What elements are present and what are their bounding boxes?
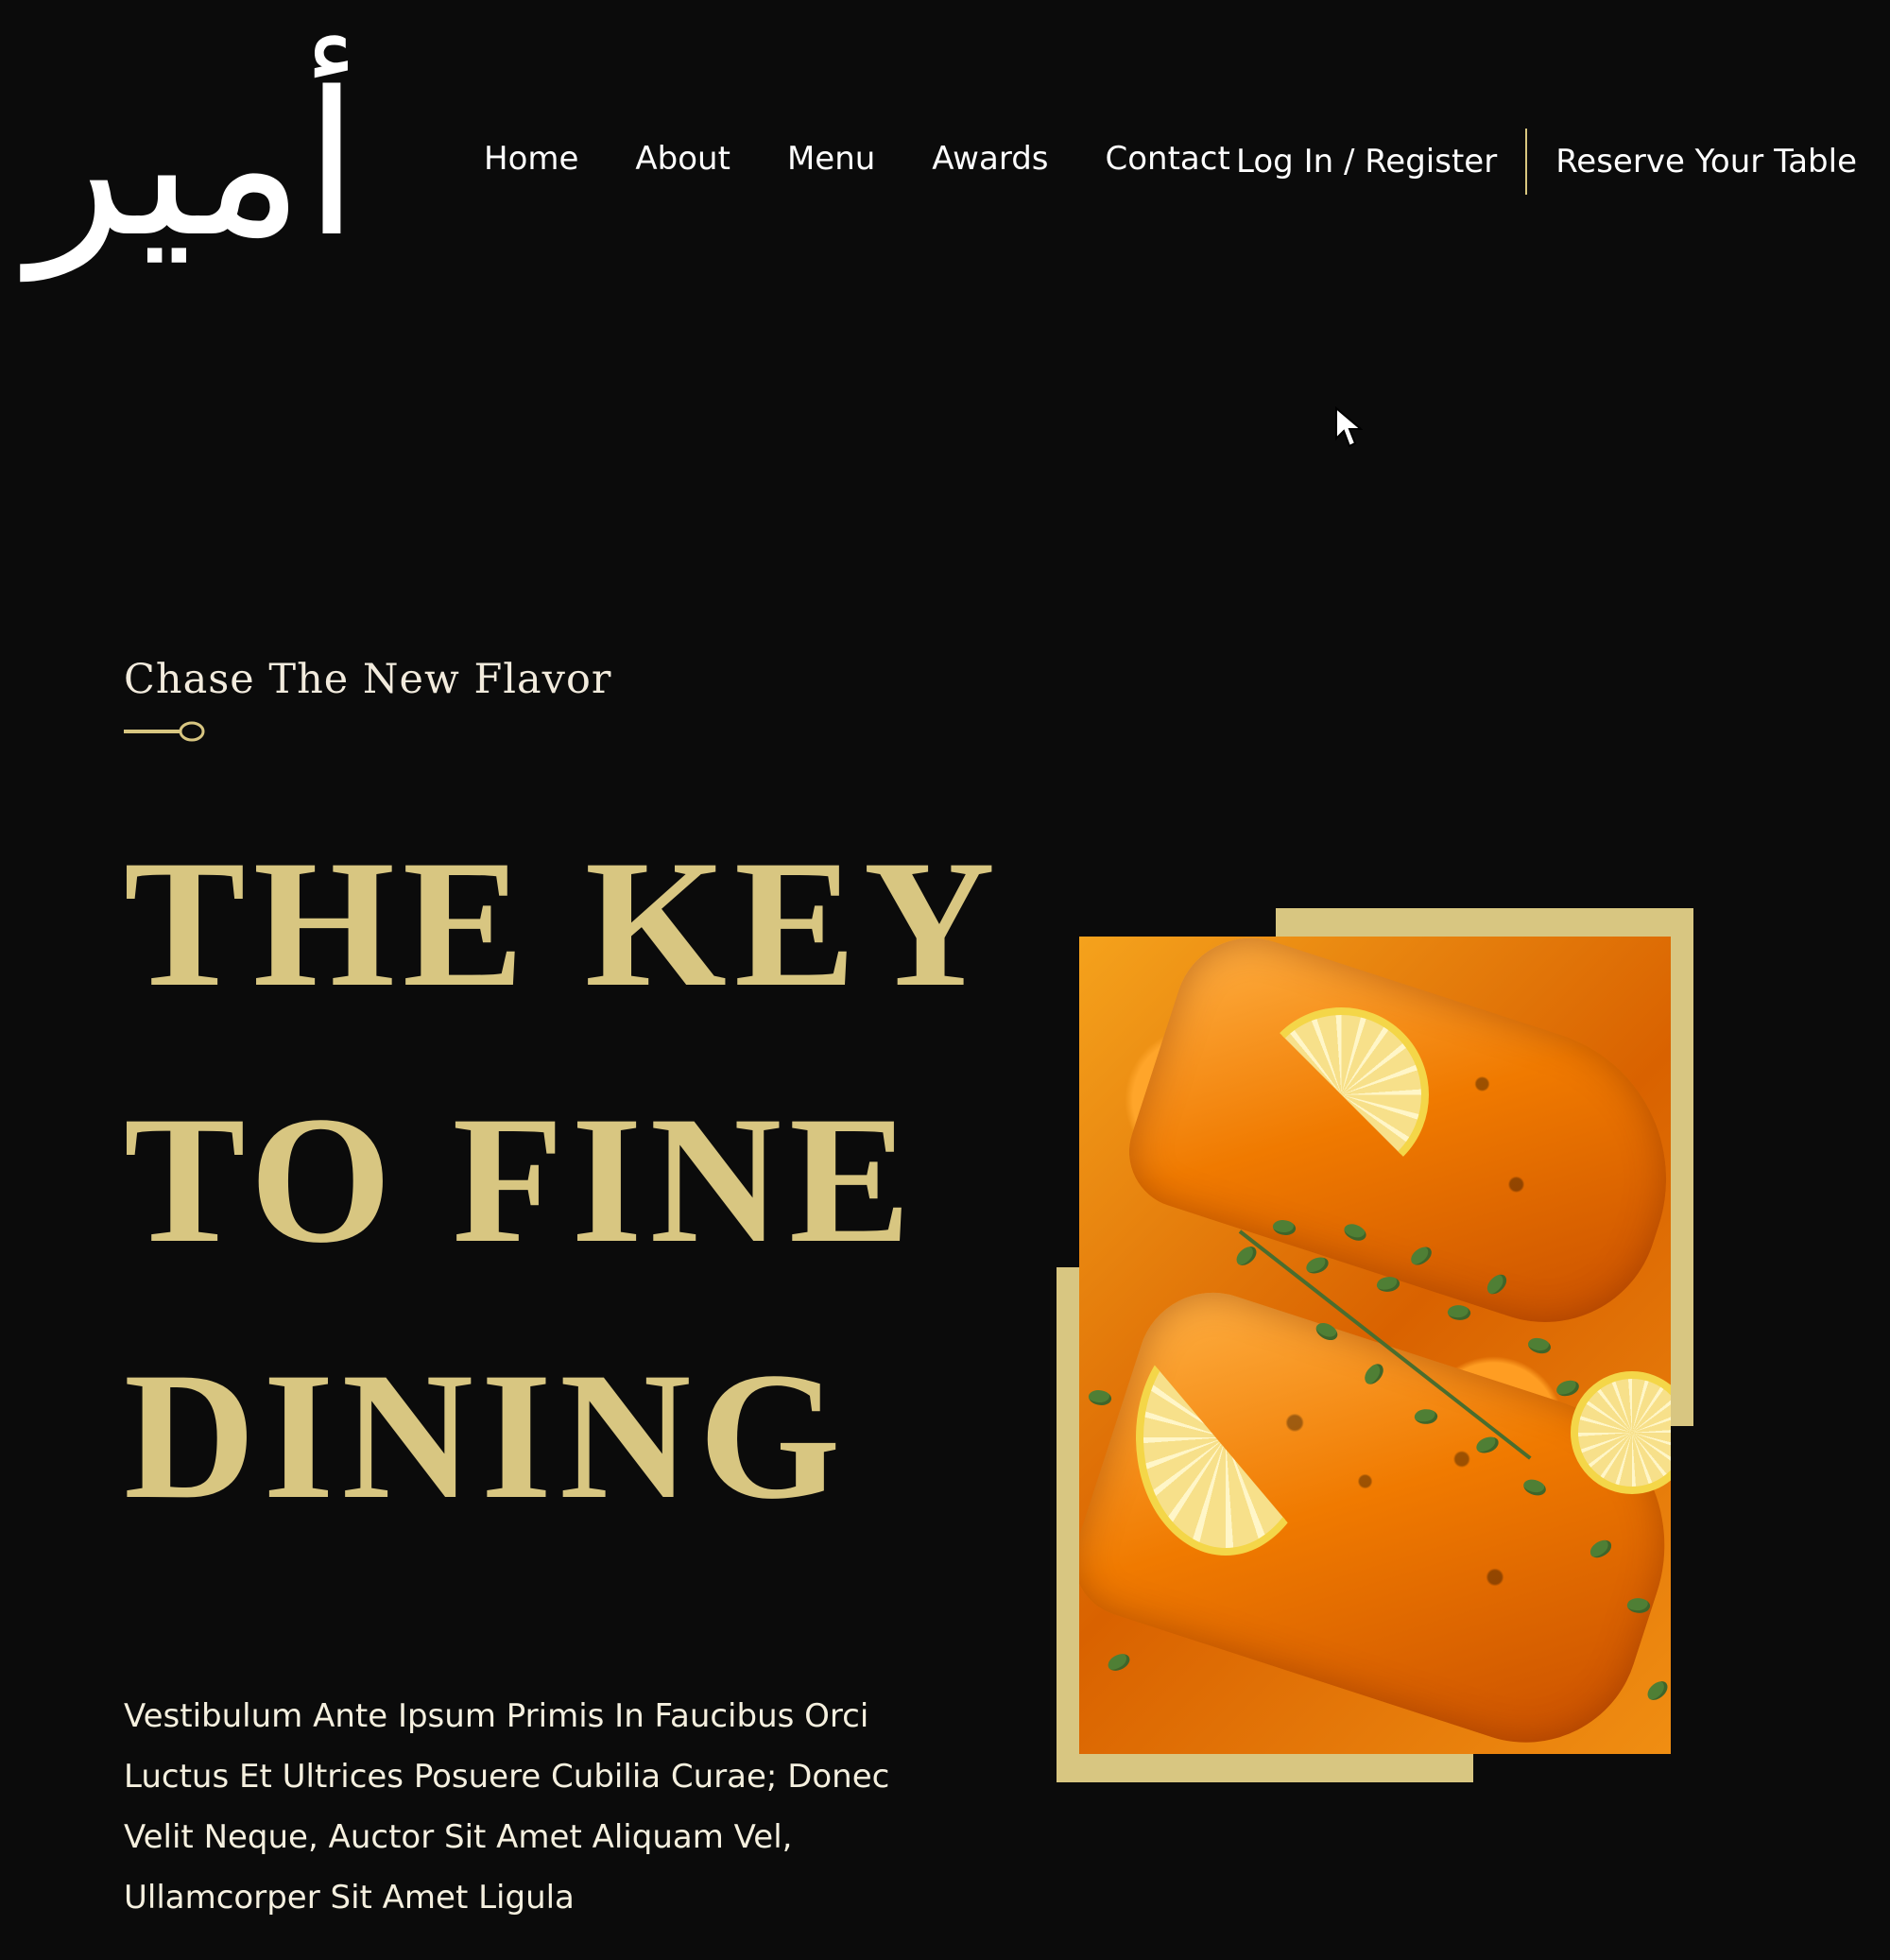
hero-title: THE KEY TO FINE DINING bbox=[124, 796, 1004, 1564]
hero-description: Vestibulum Ante Ipsum Primis In Faucibus… bbox=[124, 1697, 890, 1917]
main-navigation: Home About Menu Awards Contact bbox=[484, 140, 1230, 178]
hero-title-line-2: TO FINE bbox=[124, 1078, 919, 1281]
spoon-divider-icon bbox=[124, 721, 205, 742]
hero-title-line-3: DINING bbox=[124, 1334, 849, 1537]
login-register-link[interactable]: Log In / Register bbox=[1236, 143, 1497, 181]
nav-link-about[interactable]: About bbox=[635, 140, 730, 178]
food-photo bbox=[1079, 937, 1671, 1754]
account-actions: Log In / Register Reserve Your Table bbox=[1236, 129, 1857, 195]
herb-leaf bbox=[1304, 1256, 1331, 1275]
hero-title-line-1: THE KEY bbox=[124, 822, 1004, 1024]
hero-subtitle: Chase The New Flavor bbox=[124, 656, 612, 703]
nav-link-home[interactable]: Home bbox=[484, 140, 578, 178]
mouse-pointer-icon bbox=[1335, 406, 1363, 448]
herb-leaf bbox=[1376, 1275, 1400, 1294]
nav-link-awards[interactable]: Awards bbox=[932, 140, 1048, 178]
nav-link-contact[interactable]: Contact bbox=[1106, 140, 1230, 178]
herb-leaf bbox=[1106, 1652, 1132, 1673]
herb-leaf bbox=[1086, 1386, 1114, 1409]
reserve-table-link[interactable]: Reserve Your Table bbox=[1555, 143, 1857, 181]
account-divider bbox=[1525, 129, 1528, 195]
herb-leaf bbox=[1555, 1379, 1580, 1398]
herb-leaf bbox=[1643, 1678, 1671, 1703]
hero-section: Chase The New Flavor THE KEY TO FINE DIN… bbox=[124, 656, 1004, 1960]
site-header: أمير Home About Menu Awards Contact Log … bbox=[0, 0, 1890, 340]
logo-text: أمير bbox=[27, 49, 360, 281]
hero-image-group bbox=[1057, 908, 1693, 1782]
herb-leaf bbox=[1232, 1244, 1261, 1268]
herb-leaf bbox=[1525, 1333, 1554, 1358]
herb-leaf bbox=[1446, 1302, 1472, 1323]
nav-link-menu[interactable]: Menu bbox=[787, 140, 875, 178]
brand-logo[interactable]: أمير bbox=[28, 9, 359, 321]
